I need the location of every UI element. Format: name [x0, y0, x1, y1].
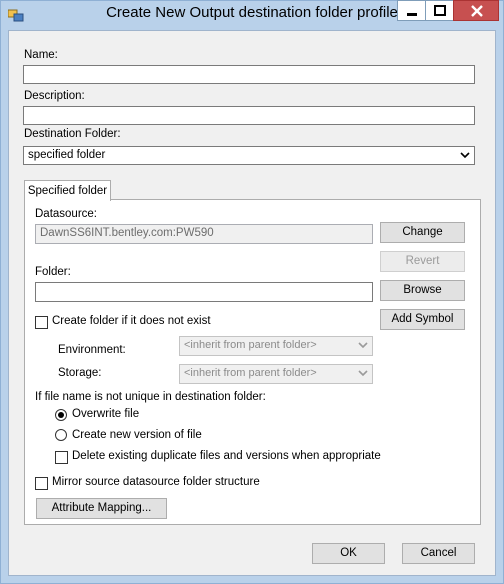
name-input[interactable] — [23, 65, 475, 84]
destination-folder-select[interactable]: specified folder — [23, 146, 475, 165]
folder-input[interactable] — [35, 282, 373, 302]
delete-duplicates-checkbox[interactable] — [55, 451, 68, 464]
description-label: Description: — [24, 90, 85, 102]
new-version-label: Create new version of file — [72, 429, 202, 441]
minimize-icon — [398, 13, 427, 25]
maximize-button[interactable] — [425, 0, 454, 21]
title-bar[interactable]: Create New Output destination folder pro… — [0, 0, 504, 30]
cancel-button[interactable]: Cancel — [402, 543, 475, 564]
storage-label: Storage: — [58, 367, 102, 379]
revert-button[interactable]: Revert — [380, 251, 465, 272]
close-button[interactable] — [453, 0, 499, 21]
tab-specified-folder[interactable]: Specified folder — [24, 180, 111, 201]
maximize-icon — [426, 5, 455, 25]
change-button[interactable]: Change — [380, 222, 465, 243]
overwrite-radio[interactable] — [55, 409, 67, 421]
overwrite-label: Overwrite file — [72, 408, 140, 420]
folder-label: Folder: — [35, 266, 71, 278]
name-label: Name: — [24, 49, 58, 61]
mirror-structure-checkbox[interactable] — [35, 477, 48, 490]
chevron-down-icon — [460, 150, 470, 160]
description-input[interactable] — [23, 106, 475, 125]
minimize-button[interactable] — [397, 0, 426, 21]
browse-button[interactable]: Browse — [380, 280, 465, 301]
storage-value: <inherit from parent folder> — [184, 367, 317, 379]
ok-button[interactable]: OK — [312, 543, 385, 564]
environment-value: <inherit from parent folder> — [184, 339, 317, 351]
storage-select: <inherit from parent folder> — [179, 364, 373, 384]
environment-select: <inherit from parent folder> — [179, 336, 373, 356]
mirror-structure-label: Mirror source datasource folder structur… — [52, 476, 260, 488]
destination-folder-value: specified folder — [28, 149, 106, 161]
add-symbol-button[interactable]: Add Symbol — [380, 309, 465, 330]
create-folder-checkbox[interactable] — [35, 316, 48, 329]
chevron-down-icon — [358, 340, 368, 350]
create-folder-label: Create folder if it does not exist — [52, 315, 211, 327]
datasource-label: Datasource: — [35, 208, 98, 220]
unique-filename-label: If file name is not unique in destinatio… — [35, 391, 266, 403]
attribute-mapping-button[interactable]: Attribute Mapping... — [36, 498, 167, 519]
new-version-radio[interactable] — [55, 429, 67, 441]
delete-duplicates-label: Delete existing duplicate files and vers… — [72, 450, 381, 462]
chevron-down-icon — [358, 368, 368, 378]
close-icon — [454, 5, 500, 25]
datasource-input: DawnSS6INT.bentley.com:PW590 — [35, 224, 373, 244]
environment-label: Environment: — [58, 344, 126, 356]
destination-folder-label: Destination Folder: — [24, 128, 121, 140]
